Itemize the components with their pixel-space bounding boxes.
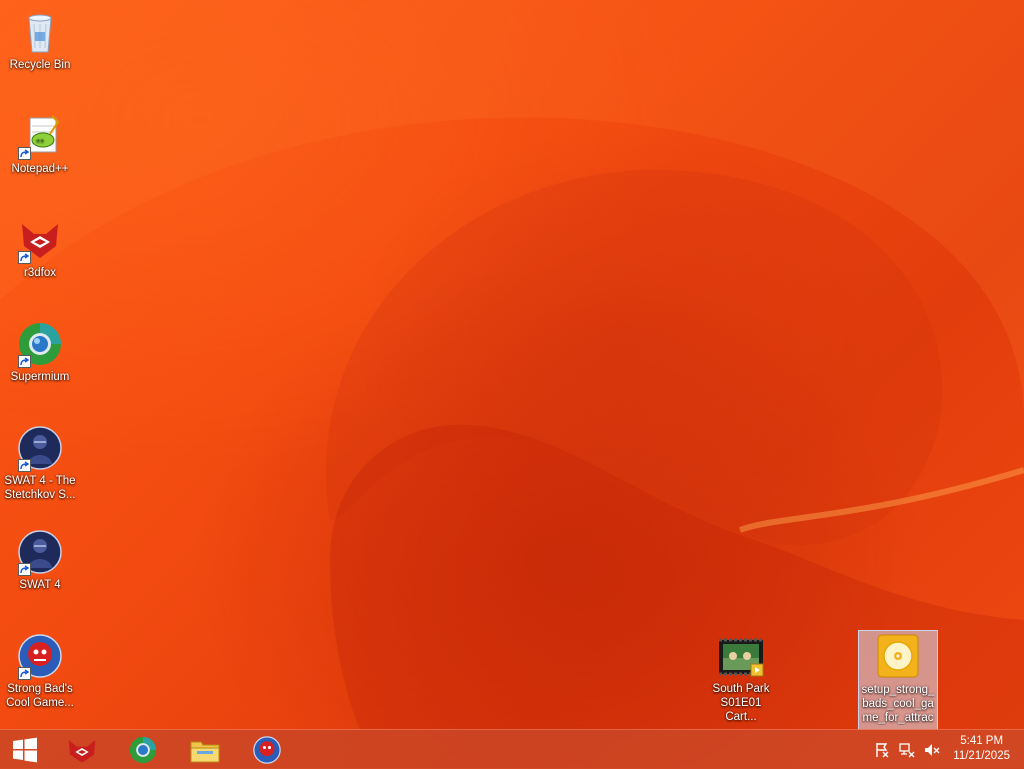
clock-time: 5:41 PM	[960, 735, 1004, 747]
notepad-plus-plus-icon: ++	[16, 112, 64, 160]
shortcut-arrow-icon	[18, 667, 31, 680]
network-icon[interactable]	[899, 742, 915, 758]
desktop-icon-notepad-plus-plus[interactable]: ++ Notepad++	[1, 112, 79, 176]
strong-bad-icon	[253, 735, 281, 764]
taskbar-pin-strong-bad[interactable]	[239, 730, 295, 769]
desktop-icon-label: South Park S01E01 Cart...	[712, 683, 770, 723]
desktop-icon-recycle-bin[interactable]: Recycle Bin	[1, 8, 79, 72]
clock-date: 11/21/2025	[953, 750, 1010, 762]
taskbar-pin-supermium[interactable]	[115, 730, 171, 769]
swat4-icon	[16, 528, 64, 576]
desktop-icon-south-park-video[interactable]: South Park S01E01 Cart...	[702, 636, 780, 724]
desktop-icon-setup-strong-bad[interactable]: setup_strong_bads_cool_game_for_attrac	[858, 630, 938, 730]
supermium-icon	[16, 320, 64, 368]
disc-installer-icon	[874, 633, 922, 681]
shortcut-arrow-icon	[18, 563, 31, 576]
taskbar: 5:41 PM 11/21/2025	[0, 729, 1024, 769]
desktop-icon-label: Recycle Bin	[9, 59, 71, 71]
shortcut-arrow-icon	[18, 147, 31, 160]
desktop-icon-supermium[interactable]: Supermium	[1, 320, 79, 384]
desktop-icon-label: Notepad++	[11, 163, 69, 175]
desktop-icon-swat4[interactable]: SWAT 4	[1, 528, 79, 592]
taskbar-pin-file-explorer[interactable]	[177, 730, 233, 769]
taskbar-pin-r3dfox[interactable]	[54, 730, 110, 769]
supermium-icon	[129, 736, 157, 763]
file-explorer-icon	[190, 741, 220, 762]
desktop-icon-label: Strong Bad's Cool Game...	[6, 683, 74, 709]
action-center-flag-icon[interactable]	[874, 742, 890, 758]
recycle-bin-icon	[16, 8, 64, 56]
desktop-icon-strong-bad[interactable]: Strong Bad's Cool Game...	[1, 632, 79, 710]
r3dfox-icon	[16, 216, 64, 264]
shortcut-arrow-icon	[18, 459, 31, 472]
wallpaper-swirl	[0, 0, 1024, 730]
shortcut-arrow-icon	[18, 355, 31, 368]
windows-start-icon	[13, 737, 37, 762]
r3dfox-icon	[68, 739, 96, 763]
swat4-stetchkov-icon	[16, 424, 64, 472]
taskbar-clock[interactable]: 5:41 PM 11/21/2025	[953, 734, 1010, 764]
svg-text:++: ++	[36, 138, 44, 145]
desktop-icon-label: SWAT 4 - The Stetchkov S...	[4, 475, 76, 501]
shortcut-arrow-icon	[18, 251, 31, 264]
desktop-icon-swat4-stetchkov[interactable]: SWAT 4 - The Stetchkov S...	[1, 424, 79, 502]
strong-bad-icon	[16, 632, 64, 680]
desktop-icon-label: Supermium	[10, 371, 70, 383]
video-file-icon	[717, 636, 765, 680]
desktop-icon-r3dfox[interactable]: r3dfox	[1, 216, 79, 280]
desktop-icon-label: SWAT 4	[19, 579, 61, 591]
desktop-icon-label: setup_strong_bads_cool_game_for_attrac	[861, 684, 935, 724]
start-button[interactable]	[0, 730, 50, 769]
volume-muted-icon[interactable]	[924, 742, 940, 758]
desktop-icon-label: r3dfox	[24, 267, 56, 279]
